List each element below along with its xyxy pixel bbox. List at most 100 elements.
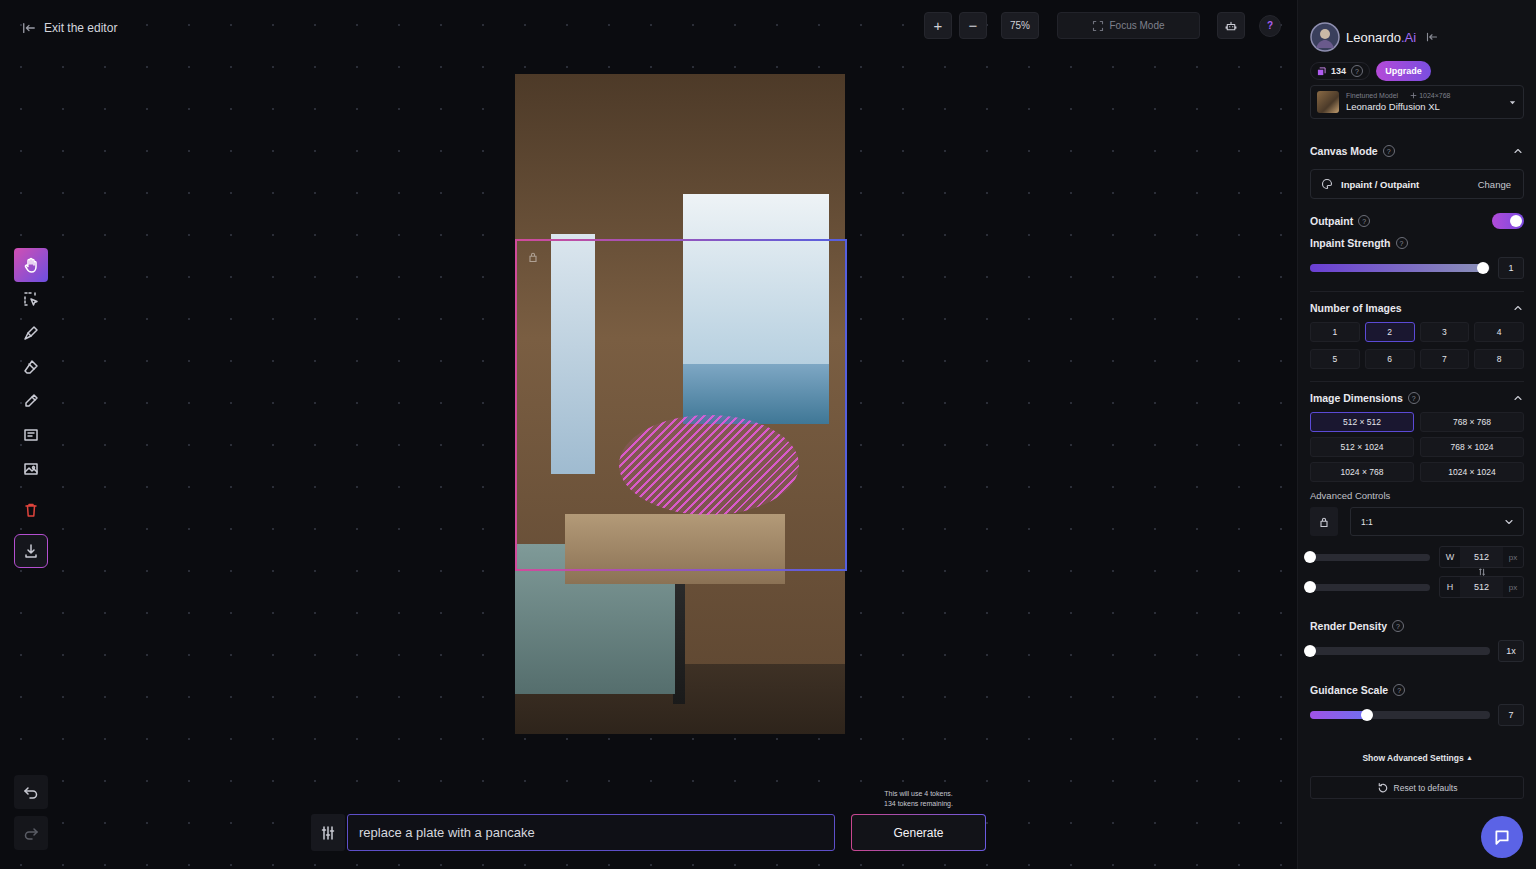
swap-icon[interactable]: [1478, 568, 1486, 576]
dimension-option[interactable]: 768 × 1024: [1420, 437, 1524, 457]
image-count-option[interactable]: 1: [1310, 322, 1360, 342]
aspect-ratio-select[interactable]: 1:1: [1350, 507, 1524, 536]
help-icon[interactable]: ?: [1351, 65, 1363, 77]
guidance-scale-value[interactable]: 7: [1498, 704, 1524, 726]
image-count-option[interactable]: 8: [1474, 349, 1524, 369]
token-cost: This will use 4 tokens.: [884, 789, 952, 799]
slider-thumb[interactable]: [1304, 581, 1316, 593]
canvas-mode-value: Inpaint / Outpaint: [1321, 178, 1419, 190]
token-count: 134?: [1310, 62, 1370, 80]
select-tool-button[interactable]: [14, 282, 48, 316]
show-advanced-settings-button[interactable]: Show Advanced Settings▴: [1310, 752, 1524, 764]
prompt-input[interactable]: [347, 814, 835, 851]
image-dimensions-title: Image Dimensions ?: [1310, 392, 1420, 404]
help-icon[interactable]: ?: [1383, 145, 1395, 157]
move-icon: [1410, 92, 1417, 99]
divider: [1310, 381, 1524, 382]
render-density-slider[interactable]: [1310, 647, 1490, 655]
zoom-level[interactable]: 75%: [1001, 12, 1039, 39]
exit-arrow-icon: [22, 21, 36, 35]
focus-mode-button[interactable]: Focus Mode: [1057, 12, 1200, 39]
outpaint-row: Outpaint ?: [1310, 213, 1524, 229]
download-tool-button[interactable]: [14, 534, 48, 568]
guidance-scale-label: Guidance Scale ?: [1310, 684, 1405, 696]
outpaint-toggle[interactable]: [1492, 213, 1524, 229]
aspect-ratio-value: 1:1: [1361, 517, 1373, 527]
canvas-mode-box: Inpaint / Outpaint Change: [1310, 169, 1524, 199]
change-mode-button[interactable]: Change: [1472, 178, 1517, 191]
help-button[interactable]: ?: [1259, 15, 1281, 37]
pan-tool-button[interactable]: [14, 248, 48, 282]
collapse-sidebar-icon[interactable]: [1426, 31, 1438, 43]
exit-editor-button[interactable]: Exit the editor: [18, 21, 121, 35]
dimension-option[interactable]: 1024 × 768: [1310, 462, 1414, 482]
size-field[interactable]: W512px: [1439, 546, 1524, 568]
brand-suffix: .Ai: [1401, 30, 1416, 45]
delete-tool-button[interactable]: [14, 493, 48, 527]
show-advanced-label: Show Advanced Settings: [1362, 753, 1463, 763]
render-density-header: Render Density ?: [1310, 618, 1524, 634]
slider-thumb[interactable]: [1304, 645, 1316, 657]
help-icon[interactable]: ?: [1393, 684, 1405, 696]
erase-tool-button[interactable]: [14, 350, 48, 384]
assistant-button[interactable]: [1217, 12, 1245, 39]
slider-thumb[interactable]: [1361, 709, 1373, 721]
inpaint-strength-value[interactable]: 1: [1498, 257, 1524, 279]
reset-defaults-button[interactable]: Reset to defaults: [1310, 776, 1524, 799]
zoom-in-button[interactable]: +: [924, 12, 952, 39]
lock-icon: [1318, 516, 1330, 528]
aspect-lock-button[interactable]: [1310, 507, 1338, 536]
number-of-images-header[interactable]: Number of Images: [1310, 300, 1524, 316]
chat-icon: [1493, 828, 1511, 846]
slider-thumb[interactable]: [1477, 262, 1489, 274]
token-icon: [1317, 67, 1326, 76]
image-count-option[interactable]: 3: [1420, 322, 1470, 342]
avatar-icon[interactable]: [1310, 22, 1340, 52]
help-icon[interactable]: ?: [1396, 237, 1408, 249]
size-slider[interactable]: [1310, 554, 1430, 561]
toggle-knob: [1510, 215, 1522, 227]
image-count-option[interactable]: 7: [1420, 349, 1470, 369]
size-slider[interactable]: [1310, 584, 1430, 591]
model-size: 1024×768: [1410, 92, 1450, 99]
history-group: [14, 775, 62, 850]
undo-button[interactable]: [14, 775, 48, 809]
brand-row: Leonardo.Ai: [1310, 22, 1524, 52]
token-note: This will use 4 tokens.134 tokens remain…: [884, 789, 953, 809]
generation-frame[interactable]: [515, 239, 847, 571]
canvas[interactable]: [515, 74, 845, 734]
image-dimensions-header[interactable]: Image Dimensions ?: [1310, 390, 1524, 406]
image-count-option[interactable]: 4: [1474, 322, 1524, 342]
dimension-option[interactable]: 768 × 768: [1420, 412, 1524, 432]
prompt-bar: This will use 4 tokens.134 tokens remain…: [311, 789, 986, 851]
sketch-tool-button[interactable]: [14, 418, 48, 452]
generate-button[interactable]: Generate: [851, 814, 986, 851]
upgrade-button[interactable]: Upgrade: [1376, 61, 1431, 81]
model-select[interactable]: Finetuned Model1024×768Leonardo Diffusio…: [1310, 85, 1524, 119]
dimension-option[interactable]: 512 × 1024: [1310, 437, 1414, 457]
draw-tool-button[interactable]: [14, 384, 48, 418]
image-count-option[interactable]: 5: [1310, 349, 1360, 369]
dimension-option[interactable]: 512 × 512: [1310, 412, 1414, 432]
image-tool-button[interactable]: [14, 452, 48, 486]
guidance-scale-slider[interactable]: [1310, 711, 1490, 719]
help-icon[interactable]: ?: [1408, 392, 1420, 404]
zoom-out-button[interactable]: −: [959, 12, 987, 39]
redo-button[interactable]: [14, 816, 48, 850]
inpaint-strength-slider[interactable]: [1310, 264, 1490, 272]
size-field[interactable]: H512px: [1439, 576, 1524, 598]
help-icon[interactable]: ?: [1358, 215, 1370, 227]
guidance-scale-row: 7: [1310, 704, 1524, 726]
divider: [1310, 291, 1524, 292]
image-count-option[interactable]: 6: [1365, 349, 1415, 369]
chat-support-button[interactable]: [1481, 816, 1523, 858]
canvas-mode-header[interactable]: Canvas Mode ?: [1310, 143, 1524, 159]
image-count-option[interactable]: 2: [1365, 322, 1415, 342]
top-bar: Exit the editor +−75% Focus Mode?: [0, 0, 1297, 60]
slider-thumb[interactable]: [1304, 551, 1316, 563]
render-density-value[interactable]: 1x: [1498, 640, 1524, 662]
dimension-option[interactable]: 1024 × 1024: [1420, 462, 1524, 482]
help-icon[interactable]: ?: [1392, 620, 1404, 632]
mask-tool-button[interactable]: [14, 316, 48, 350]
prompt-settings-button[interactable]: [311, 814, 345, 851]
